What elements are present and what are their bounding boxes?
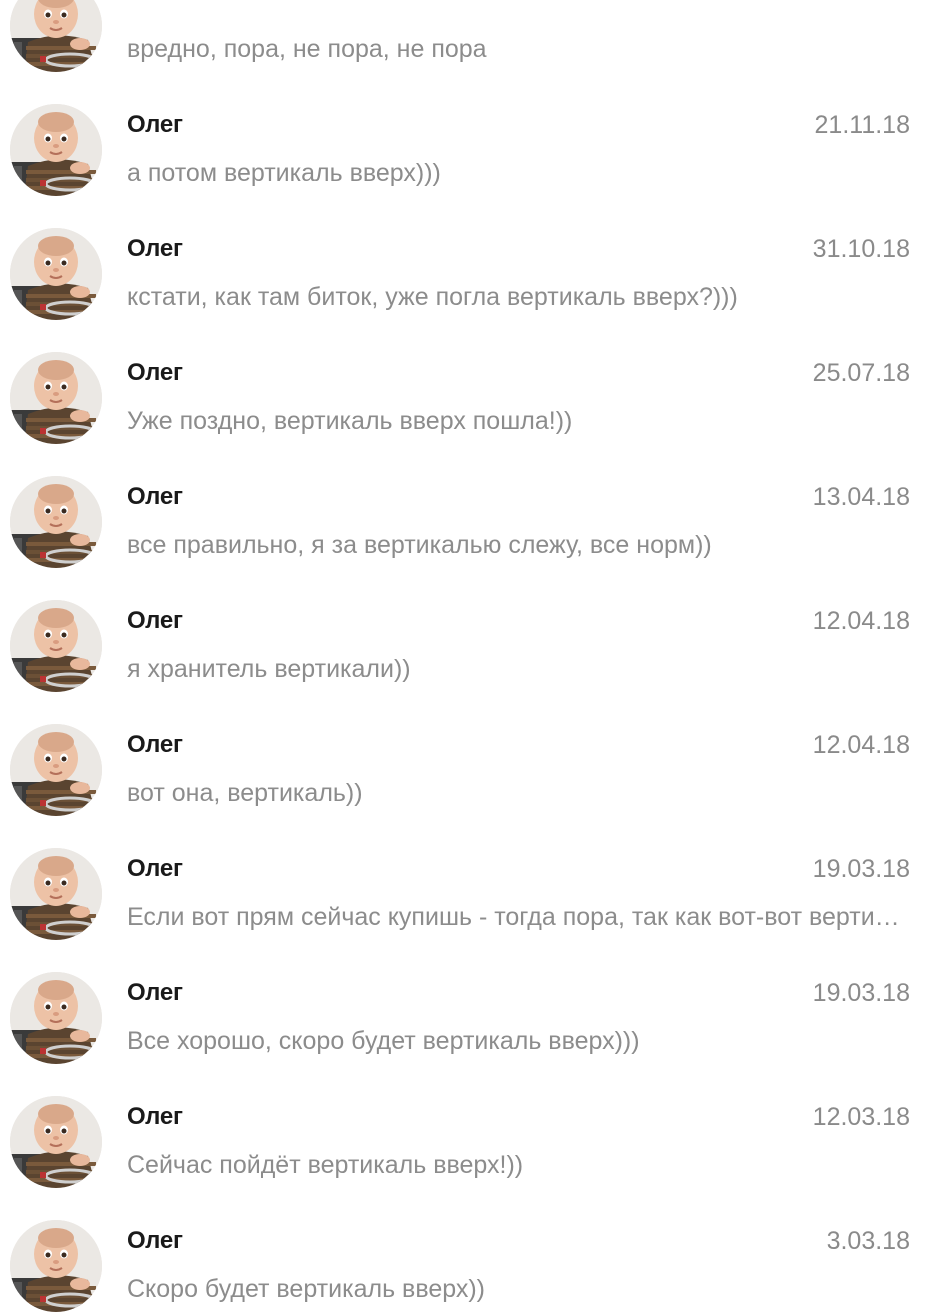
avatar-icon[interactable] (10, 600, 102, 692)
sender-name: Олег (127, 979, 183, 1006)
message-date: 13.04.18 (812, 483, 910, 511)
conversation-row[interactable]: Олег 3.03.18 Скоро будет вертикаль вверх)) (0, 1176, 928, 1312)
conversation-list: вредно, пора, не пора, не пора Олег 21.11… (0, 0, 928, 1312)
sender-name: Олег (127, 731, 183, 758)
message-date: 12.03.18 (812, 1103, 910, 1131)
sender-name: Олег (127, 1227, 183, 1254)
conversation-row[interactable]: Олег 19.03.18 Если вот прям сейчас купишь … (0, 804, 928, 940)
message-preview: Скоро будет вертикаль вверх)) (127, 1275, 486, 1303)
avatar-icon[interactable] (10, 724, 102, 816)
conversation-row[interactable]: Олег 25.07.18 Уже поздно, вертикаль вверх … (0, 308, 928, 444)
avatar-icon[interactable] (10, 104, 102, 196)
avatar-icon[interactable] (10, 972, 102, 1064)
conversation-row[interactable]: Олег 12.03.18 Сейчас пойдёт вертикаль ввер… (0, 1052, 928, 1188)
avatar-icon[interactable] (10, 848, 102, 940)
sender-name: Олег (127, 235, 183, 262)
message-date: 25.07.18 (812, 359, 910, 387)
avatar-icon[interactable] (10, 228, 102, 320)
message-date: 12.04.18 (812, 731, 910, 759)
sender-name: Олег (127, 111, 183, 138)
sender-name: Олег (127, 607, 183, 634)
conversation-row[interactable]: Олег 21.11.18 а потом вертикаль вверх))) (0, 60, 928, 196)
sender-name: Олег (127, 855, 183, 882)
message-date: 3.03.18 (826, 1227, 910, 1255)
sender-name: Олег (127, 1103, 183, 1130)
conversation-row[interactable]: вредно, пора, не пора, не пора (0, 0, 928, 72)
avatar-icon[interactable] (10, 352, 102, 444)
message-date: 21.11.18 (814, 111, 910, 139)
message-date: 12.04.18 (812, 607, 910, 635)
conversation-row[interactable]: Олег 12.04.18 вот она, вертикаль)) (0, 680, 928, 816)
conversation-row[interactable]: Олег 31.10.18 кстати, как там биток, уже п… (0, 184, 928, 320)
message-date: 19.03.18 (812, 855, 910, 883)
avatar-icon[interactable] (10, 1220, 102, 1312)
avatar-icon[interactable] (10, 476, 102, 568)
message-date: 31.10.18 (812, 235, 910, 263)
sender-name: Олег (127, 483, 183, 510)
sender-name: Олег (127, 359, 183, 386)
conversation-row[interactable]: Олег 19.03.18 Все хорошо, скоро будет верт… (0, 928, 928, 1064)
message-date: 19.03.18 (812, 979, 910, 1007)
avatar-icon[interactable] (10, 1096, 102, 1188)
conversation-row[interactable]: Олег 12.04.18 я хранитель вертикали)) (0, 556, 928, 692)
conversation-row[interactable]: Олег 13.04.18 все правильно, я за вертикал… (0, 432, 928, 568)
